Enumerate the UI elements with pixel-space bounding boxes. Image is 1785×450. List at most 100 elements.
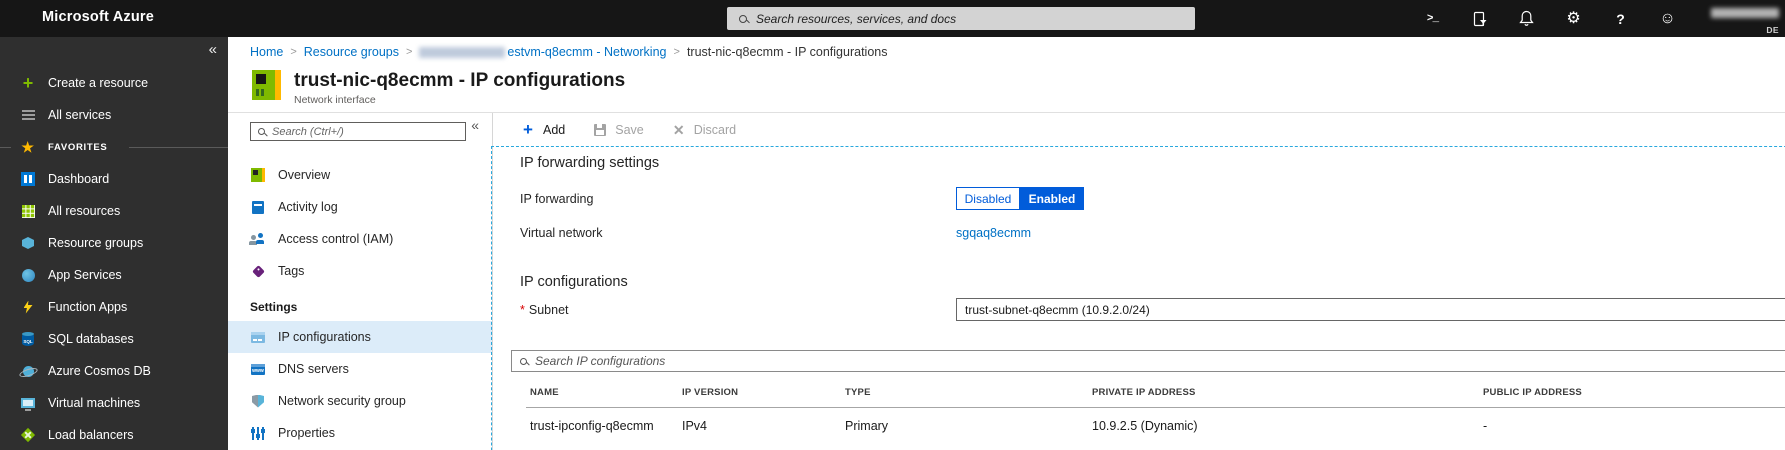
- menu-item-overview[interactable]: Overview: [228, 159, 492, 191]
- subnet-label: * Subnet: [520, 302, 569, 317]
- main-content: + Add Save ✕ Discard IP forwarding setti…: [491, 113, 1785, 450]
- menu-item-properties[interactable]: Properties: [228, 417, 492, 449]
- sidebar-item-virtual-machines[interactable]: Virtual machines: [0, 387, 228, 419]
- network-interface-icon: [252, 70, 281, 100]
- overview-icon: [250, 167, 266, 183]
- lightning-icon: [20, 299, 36, 315]
- database-icon: [20, 331, 36, 347]
- sidebar-item-dashboard[interactable]: Dashboard: [0, 163, 228, 195]
- breadcrumb-vm-networking[interactable]: estvm-q8ecmm - Networking: [419, 45, 667, 59]
- save-button[interactable]: Save: [592, 122, 644, 138]
- shield-icon: [250, 393, 266, 409]
- menu-item-ip-configurations[interactable]: IP configurations: [228, 321, 492, 353]
- section-title-ip-forwarding: IP forwarding settings: [520, 155, 660, 171]
- sidebar-item-azure-cosmos-db[interactable]: Azure Cosmos DB: [0, 355, 228, 387]
- favorites-header: ★ FAVORITES: [0, 131, 228, 163]
- menu-item-dns-servers[interactable]: DNS servers: [228, 353, 492, 385]
- breadcrumb-separator: >: [673, 46, 680, 58]
- sidebar-item-all-resources[interactable]: All resources: [0, 195, 228, 227]
- subnet-select[interactable]: trust-subnet-q8ecmm (10.9.2.0/24): [956, 298, 1785, 321]
- sidebar-item-sql-databases[interactable]: SQL databases: [0, 323, 228, 355]
- cloud-shell-icon[interactable]: >_: [1424, 10, 1441, 28]
- toggle-option-enabled[interactable]: Enabled: [1020, 187, 1084, 210]
- list-icon: [20, 107, 36, 123]
- toggle-option-disabled[interactable]: Disabled: [956, 187, 1020, 210]
- discard-button[interactable]: ✕ Discard: [671, 122, 736, 138]
- favorites-divider: [129, 146, 228, 148]
- cell-type: Primary: [845, 419, 889, 433]
- page-header: Home > Resource groups > estvm-q8ecmm - …: [228, 37, 1785, 113]
- menu-item-activity-log[interactable]: Activity log: [228, 191, 492, 223]
- cell-name: trust-ipconfig-q8ecmm: [530, 419, 654, 433]
- tag-icon: [250, 263, 266, 279]
- search-icon: [258, 128, 265, 135]
- menu-item-tags[interactable]: Tags: [228, 255, 492, 287]
- account-menu[interactable]: DE: [1711, 5, 1779, 35]
- balancer-icon: [20, 427, 36, 443]
- menu-item-network-security-group[interactable]: Network security group: [228, 385, 492, 417]
- menu-search-placeholder: Search (Ctrl+/): [272, 125, 344, 138]
- feedback-smiley-icon[interactable]: ☺: [1659, 10, 1676, 28]
- topbar-icons: >_ ⚙ ? ☺: [1424, 0, 1676, 37]
- add-button[interactable]: + Add: [520, 119, 565, 139]
- settings-gear-icon[interactable]: ⚙: [1565, 10, 1582, 28]
- cell-ip-version: IPv4: [682, 419, 708, 433]
- dns-icon: [250, 361, 266, 377]
- column-header-name[interactable]: NAME: [526, 372, 678, 408]
- save-floppy-icon: [592, 122, 608, 138]
- column-header-type[interactable]: TYPE: [841, 372, 1088, 408]
- breadcrumb-separator: >: [290, 46, 297, 58]
- column-header-ip-version[interactable]: IP VERSION: [678, 372, 841, 408]
- ip-forwarding-toggle: Disabled Enabled: [956, 187, 1084, 210]
- virtual-network-link[interactable]: sgqaq8ecmm: [956, 226, 1031, 240]
- menu-collapse-icon[interactable]: «: [471, 117, 479, 133]
- directory-filter-icon[interactable]: [1471, 10, 1488, 28]
- globe-icon: [20, 267, 36, 283]
- planet-icon: [20, 363, 36, 379]
- plus-icon: +: [523, 119, 533, 139]
- brand-logo[interactable]: Microsoft Azure: [42, 9, 154, 25]
- sidebar-item-all-services[interactable]: All services: [0, 99, 228, 131]
- column-header-public-ip[interactable]: PUBLIC IP ADDRESS: [1479, 372, 1785, 408]
- grid-icon: [20, 203, 36, 219]
- menu-section-settings: Settings: [250, 300, 298, 314]
- close-icon: ✕: [672, 121, 685, 138]
- ip-configurations-search-placeholder: Search IP configurations: [535, 354, 666, 368]
- help-icon[interactable]: ?: [1612, 10, 1629, 28]
- breadcrumb-resource-groups[interactable]: Resource groups: [304, 45, 399, 59]
- notifications-bell-icon[interactable]: [1518, 10, 1535, 28]
- command-toolbar: + Add Save ✕ Discard: [494, 113, 1785, 146]
- breadcrumb-current: trust-nic-q8ecmm - IP configurations: [686, 45, 888, 59]
- table-row[interactable]: trust-ipconfig-q8ecmm IPv4 Primary 10.9.…: [526, 408, 1785, 444]
- global-search-input[interactable]: Search resources, services, and docs: [727, 7, 1195, 30]
- sidebar-item-resource-groups[interactable]: Resource groups: [0, 227, 228, 259]
- breadcrumb-home[interactable]: Home: [250, 45, 283, 59]
- virtual-network-field: Virtual network sgqaq8ecmm: [520, 226, 1785, 240]
- ip-configurations-search-input[interactable]: Search IP configurations: [511, 350, 1785, 372]
- sidebar-items: + Create a resource All services ★ FAVOR…: [0, 37, 228, 450]
- search-icon: [520, 357, 527, 365]
- cell-public-ip: -: [1483, 419, 1488, 433]
- ip-forwarding-field: IP forwarding Disabled Enabled: [520, 187, 1785, 210]
- menu-item-access-control[interactable]: Access control (IAM): [228, 223, 492, 255]
- azure-portal: Microsoft Azure Search resources, servic…: [0, 0, 1785, 450]
- subnet-field: * Subnet trust-subnet-q8ecmm (10.9.2.0/24…: [520, 298, 1785, 321]
- sidebar-item-load-balancers[interactable]: Load balancers: [0, 419, 228, 450]
- activity-log-icon: [250, 199, 266, 215]
- sidebar-item-create-a-resource[interactable]: + Create a resource: [0, 67, 228, 99]
- monitor-icon: [20, 395, 36, 411]
- left-sidebar: « + Create a resource All services ★ FAV…: [0, 37, 228, 450]
- sidebar-item-app-services[interactable]: App Services: [0, 259, 228, 291]
- ip-configurations-table: NAME IP VERSION TYPE PRIVATE IP ADDRESS …: [526, 372, 1785, 443]
- directory-label: DE: [1766, 25, 1779, 35]
- settings-panel: IP forwarding settings IP forwarding Dis…: [491, 146, 1785, 450]
- dashboard-icon: [20, 171, 36, 187]
- menu-search-input[interactable]: Search (Ctrl+/): [250, 122, 466, 141]
- sidebar-collapse-icon[interactable]: «: [209, 41, 217, 58]
- sidebar-item-function-apps[interactable]: Function Apps: [0, 291, 228, 323]
- virtual-network-label: Virtual network: [520, 226, 603, 240]
- plus-icon: +: [22, 72, 34, 93]
- column-header-private-ip[interactable]: PRIVATE IP ADDRESS: [1088, 372, 1479, 408]
- global-search-placeholder: Search resources, services, and docs: [756, 11, 957, 26]
- required-marker: *: [520, 302, 525, 317]
